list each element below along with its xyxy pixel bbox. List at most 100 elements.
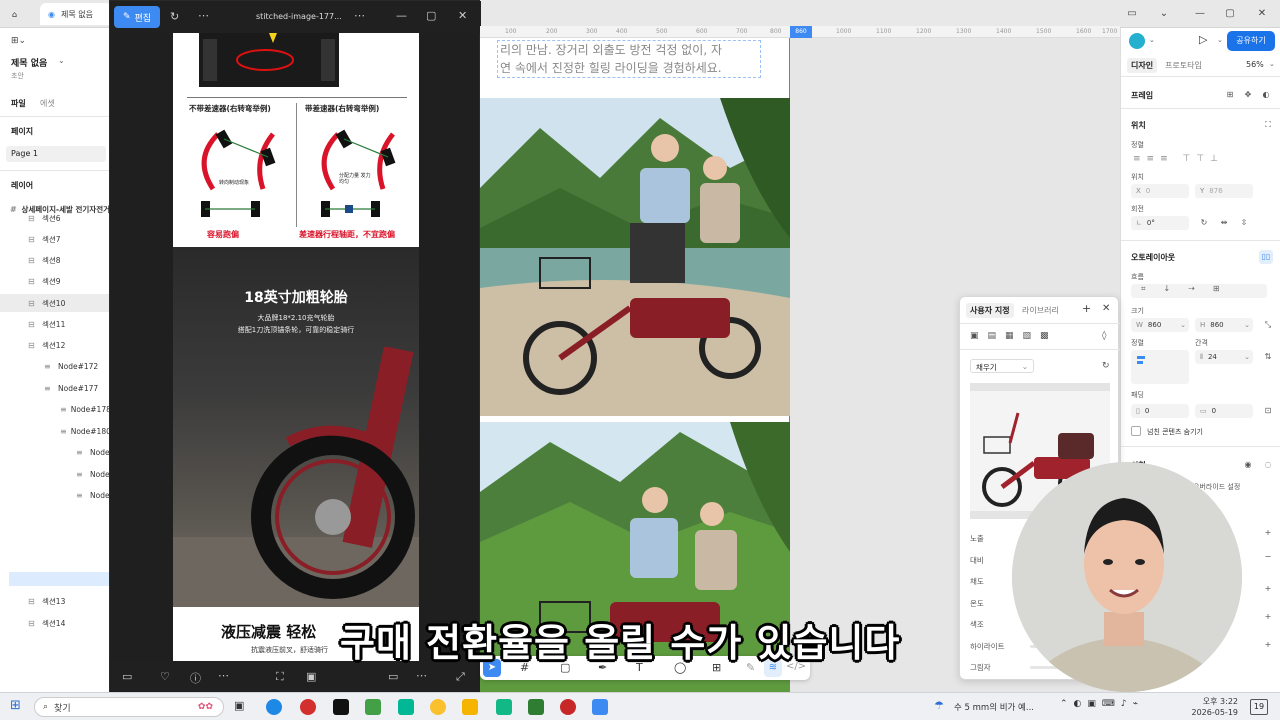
app-icon-red[interactable] [300, 699, 316, 715]
play-icon[interactable]: ▷ [1199, 33, 1207, 46]
zoom-level[interactable]: 56% [1246, 60, 1264, 69]
frame-label[interactable]: 프레임 [1131, 90, 1153, 101]
file-title[interactable]: 제목 없음 [11, 56, 47, 69]
rotate-icon[interactable]: ↻ [1199, 218, 1209, 228]
layer-item[interactable]: ⊟ 섹션13 [0, 592, 110, 610]
fit-icon[interactable]: ▭ [388, 670, 398, 683]
padding-icon[interactable]: ⊡ [1263, 406, 1273, 416]
height-field[interactable]: H 860 ⌄ [1195, 318, 1253, 332]
user-avatar[interactable] [1129, 33, 1145, 49]
heart-icon[interactable]: ♡ [160, 670, 170, 683]
layer-item[interactable]: ⊟ 섹션8 [0, 251, 110, 269]
clock-time[interactable]: 오후 3:22 [1198, 696, 1238, 707]
tab-assets[interactable]: 에셋 [40, 98, 55, 109]
maximize-button[interactable]: ▢ [1222, 5, 1238, 21]
more-icon[interactable]: ⋯ [198, 9, 209, 22]
spacing-icon[interactable]: ⇅ [1263, 352, 1273, 362]
riding-photo-1[interactable] [480, 98, 790, 416]
layer-item[interactable]: ⊟ 섹션14 [0, 614, 110, 632]
more-icon[interactable]: ⋯ [416, 669, 427, 682]
minimize-button[interactable]: — [1192, 5, 1208, 21]
tab-prototype[interactable]: 프로토타입 [1165, 60, 1202, 71]
rotation-field[interactable]: ∟ 0° [1131, 216, 1189, 230]
fullscreen-icon[interactable]: ⤢ [456, 670, 465, 684]
chrome-icon[interactable] [430, 699, 446, 715]
text-block[interactable]: 리의 만남. 장거리 외출도 방전 걱정 없이, 자 연 속에서 진정한 힐링 … [497, 40, 761, 78]
grid-icon[interactable]: ⊞ [1225, 90, 1235, 100]
layer-item[interactable]: ≡ Node#172 [0, 357, 110, 375]
minus-icon[interactable]: − [1263, 552, 1273, 562]
tray-icons[interactable]: ⌃◐▣⌨♪⌁ [1060, 699, 1144, 709]
alignment-grid[interactable] [1131, 350, 1189, 384]
selected-layer-highlight[interactable] [9, 572, 110, 586]
explorer-icon[interactable] [462, 699, 478, 715]
fill-mode-select[interactable]: 채우기 ⌄ [970, 359, 1034, 373]
layer-item[interactable]: ⊟ 섹션6 [0, 209, 110, 227]
component-icon[interactable]: ✥ [1243, 90, 1253, 100]
task-view-icon[interactable]: ▣ [234, 699, 244, 712]
blend-icon[interactable]: ◌ [1263, 460, 1273, 470]
selected-frame[interactable]: 리의 만남. 장거리 외출도 방전 걱정 없이, 자 연 속에서 진정한 힐링 … [480, 38, 790, 692]
close-icon[interactable]: ✕ [1102, 303, 1110, 314]
width-field[interactable]: W 860 ⌄ [1131, 318, 1189, 332]
plus-icon[interactable]: + [1263, 528, 1273, 538]
chevron-down-icon[interactable]: ⌄ [1149, 36, 1155, 44]
share-button[interactable]: 공유하기 [1227, 31, 1275, 51]
notification-badge[interactable]: 19 [1250, 699, 1268, 715]
tab-library[interactable]: 라이브러리 [1022, 305, 1059, 316]
plus-icon[interactable]: + [1263, 612, 1273, 622]
more-icon[interactable]: ⋯ [218, 669, 229, 682]
flip-horizontal-icon[interactable]: ⇹ [1219, 218, 1229, 228]
minimize-icon[interactable]: — [396, 9, 407, 22]
padding-h-field[interactable]: ▯ 0 [1131, 404, 1189, 418]
plus-icon[interactable]: + [1263, 584, 1273, 594]
chevron-down-icon[interactable]: ⌄ [58, 56, 65, 65]
filmstrip-icon[interactable]: ▭ [122, 670, 132, 683]
plus-icon[interactable]: + [1082, 302, 1091, 315]
main-menu-icon[interactable]: ⊞⌄ [11, 36, 26, 46]
file-tab[interactable]: ◉ 제목 없음 [40, 3, 112, 25]
constraints-icon[interactable]: ⛶ [1263, 120, 1273, 130]
x-field[interactable]: X0 [1131, 184, 1189, 198]
layer-item[interactable]: ≡ Node [0, 465, 110, 483]
flow-options[interactable]: ⌗↓⇢⊞ [1131, 284, 1267, 298]
panel-icon[interactable]: ▭ [1124, 5, 1140, 21]
tab-design[interactable]: 디자인 [1127, 58, 1158, 73]
rotate-icon[interactable]: ↻ [170, 10, 179, 23]
edge-icon[interactable] [266, 699, 282, 715]
windows-start-icon[interactable]: ⊞ [10, 698, 21, 713]
chevron-down-icon[interactable]: ⌄ [1269, 60, 1275, 68]
eye-icon[interactable]: ◉ [1243, 460, 1253, 470]
layer-item[interactable]: ≡ Node [0, 486, 110, 504]
weather-icon[interactable]: ☂ [934, 699, 944, 712]
excel-icon[interactable] [528, 699, 544, 715]
contrast-icon[interactable]: ◐ [1261, 90, 1271, 100]
chevron-down-icon[interactable]: ⌄ [1156, 5, 1172, 21]
chevron-down-icon[interactable]: ⌄ [1217, 36, 1223, 44]
layer-item[interactable]: ⊟ 섹션9 [0, 272, 110, 290]
app-icon-green[interactable] [365, 699, 381, 715]
layer-item[interactable]: ≡ Node#180 [0, 422, 110, 440]
layer-item[interactable]: ⊟ 섹션11 [0, 315, 110, 333]
edit-button[interactable]: ✎ 편집 [114, 6, 160, 28]
maximize-icon[interactable]: ▢ [426, 9, 436, 22]
app-icon-dark[interactable] [333, 699, 349, 715]
flip-vertical-icon[interactable]: ⇳ [1239, 218, 1249, 228]
app-icon-circle[interactable] [560, 699, 576, 715]
autolayout-icon[interactable]: ▯▯ [1259, 250, 1273, 264]
app-icon-teal[interactable] [398, 699, 414, 715]
close-button[interactable]: ✕ [1254, 5, 1270, 21]
layer-item[interactable]: ≡ Node [0, 443, 110, 461]
layer-item[interactable]: ≡ Node#178 [0, 400, 110, 418]
plus-icon[interactable]: + [1263, 640, 1273, 650]
clip-content-checkbox[interactable] [1131, 426, 1141, 436]
clock-date[interactable]: 2026-05-19 [1190, 708, 1239, 717]
adjust-icon[interactable]: ▣ [306, 670, 316, 683]
layer-item[interactable]: ⊟ 섹션7 [0, 230, 110, 248]
y-field[interactable]: Y 876 [1195, 184, 1253, 198]
drop-icon[interactable]: ◊ [1102, 331, 1106, 341]
gap-field[interactable]: ⫴ 24 ⌄ [1195, 350, 1253, 364]
align-buttons[interactable]: ≡≡≡ ⊤⊤⊥ [1133, 154, 1224, 164]
weather-text[interactable]: 수 5 mm의 비가 예... [954, 701, 1034, 713]
more-icon[interactable]: ⋯ [354, 9, 365, 22]
